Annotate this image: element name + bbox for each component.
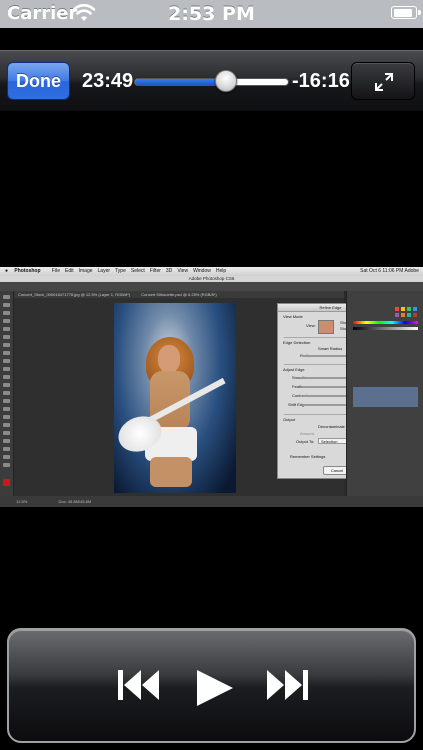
view-label: View: <box>306 323 316 328</box>
ps-zoom: 12.5% <box>16 499 28 504</box>
skip-back-icon[interactable] <box>117 668 161 702</box>
video-frame[interactable]: ● Photoshop File Edit Image Layer Type Select… <box>0 267 423 507</box>
elapsed-time: 23:49 <box>82 70 134 92</box>
view-swatch <box>318 320 334 334</box>
ps-menu-item: Help <box>215 268 227 274</box>
smart-radius: Smart Radius <box>318 346 343 351</box>
transport-controls <box>7 628 416 743</box>
player-top-bar: Done 23:49 -16:16 <box>0 50 423 112</box>
ps-doc-tab-2: Concert Silhouette.psd @ 6.25% (RGB/8*) <box>141 292 217 297</box>
ps-menu-item: Select <box>130 268 145 274</box>
ps-menubar: ● Photoshop File Edit Image Layer Type Select… <box>0 267 423 276</box>
remaining-time: -16:16 <box>292 70 350 92</box>
apple-logo-icon: ● <box>5 268 9 274</box>
output-to-label: Output To: <box>296 439 315 444</box>
ps-menu-item: Edit <box>64 268 74 274</box>
ps-menu-item: Window <box>193 268 211 274</box>
ps-menu-item: 3D <box>165 268 173 274</box>
ps-options-bar <box>0 282 423 291</box>
skip-forward-icon[interactable] <box>265 668 309 702</box>
ps-menu-item: View <box>177 268 189 274</box>
ps-menu-item: Image <box>78 268 93 274</box>
play-icon[interactable] <box>195 668 235 708</box>
adjust-edge-label: Adjust Edge <box>283 367 305 372</box>
photo-face <box>158 345 180 373</box>
scrubber-thumb[interactable] <box>214 70 237 92</box>
ps-menu-list: File Edit Image Layer Type Select Filter 3D View… <box>47 268 226 274</box>
output-to-value: Selection <box>321 439 338 444</box>
scrubber-track[interactable] <box>134 78 289 86</box>
ps-status-bar: 12.5% Doc: 45.8M/45.8M <box>0 496 423 507</box>
edge-detection-label: Edge Detection <box>283 340 311 345</box>
fullscreen-button[interactable] <box>351 62 415 100</box>
remember-settings: Remember Settings <box>290 454 326 459</box>
status-bar: Carrier 2:53 PM <box>0 0 423 28</box>
output-label: Output <box>283 417 296 422</box>
view-mode-label: View Mode <box>283 314 303 319</box>
ps-document-tabs: Concert_Stock_000016471778.jpg @ 12.5% (… <box>14 291 344 298</box>
amount-label: Amount: <box>300 431 315 436</box>
ps-doc-tab-1: Concert_Stock_000016471778.jpg @ 12.5% (… <box>18 292 131 297</box>
ps-panels <box>346 291 423 505</box>
ps-menu-item: Layer <box>97 268 111 274</box>
ps-menubar-right: Sat Oct 6 11:06 PM Adobe <box>360 268 419 274</box>
battery-level <box>393 8 412 17</box>
ps-app-name: Photoshop <box>14 268 41 274</box>
battery-icon <box>391 6 421 19</box>
scrubber-played <box>135 79 227 85</box>
status-time: 2:53 PM <box>168 3 255 25</box>
done-button[interactable]: Done <box>7 62 70 100</box>
ps-menu-item: File <box>51 268 60 274</box>
ps-menu-item: Filter <box>149 268 161 274</box>
ps-toolbox <box>0 291 14 505</box>
photo-legs <box>150 457 192 487</box>
ps-doc-size: Doc: 45.8M/45.8M <box>58 499 92 504</box>
fullscreen-arrows-icon <box>375 73 393 91</box>
ps-menu-item: Type <box>115 268 126 274</box>
